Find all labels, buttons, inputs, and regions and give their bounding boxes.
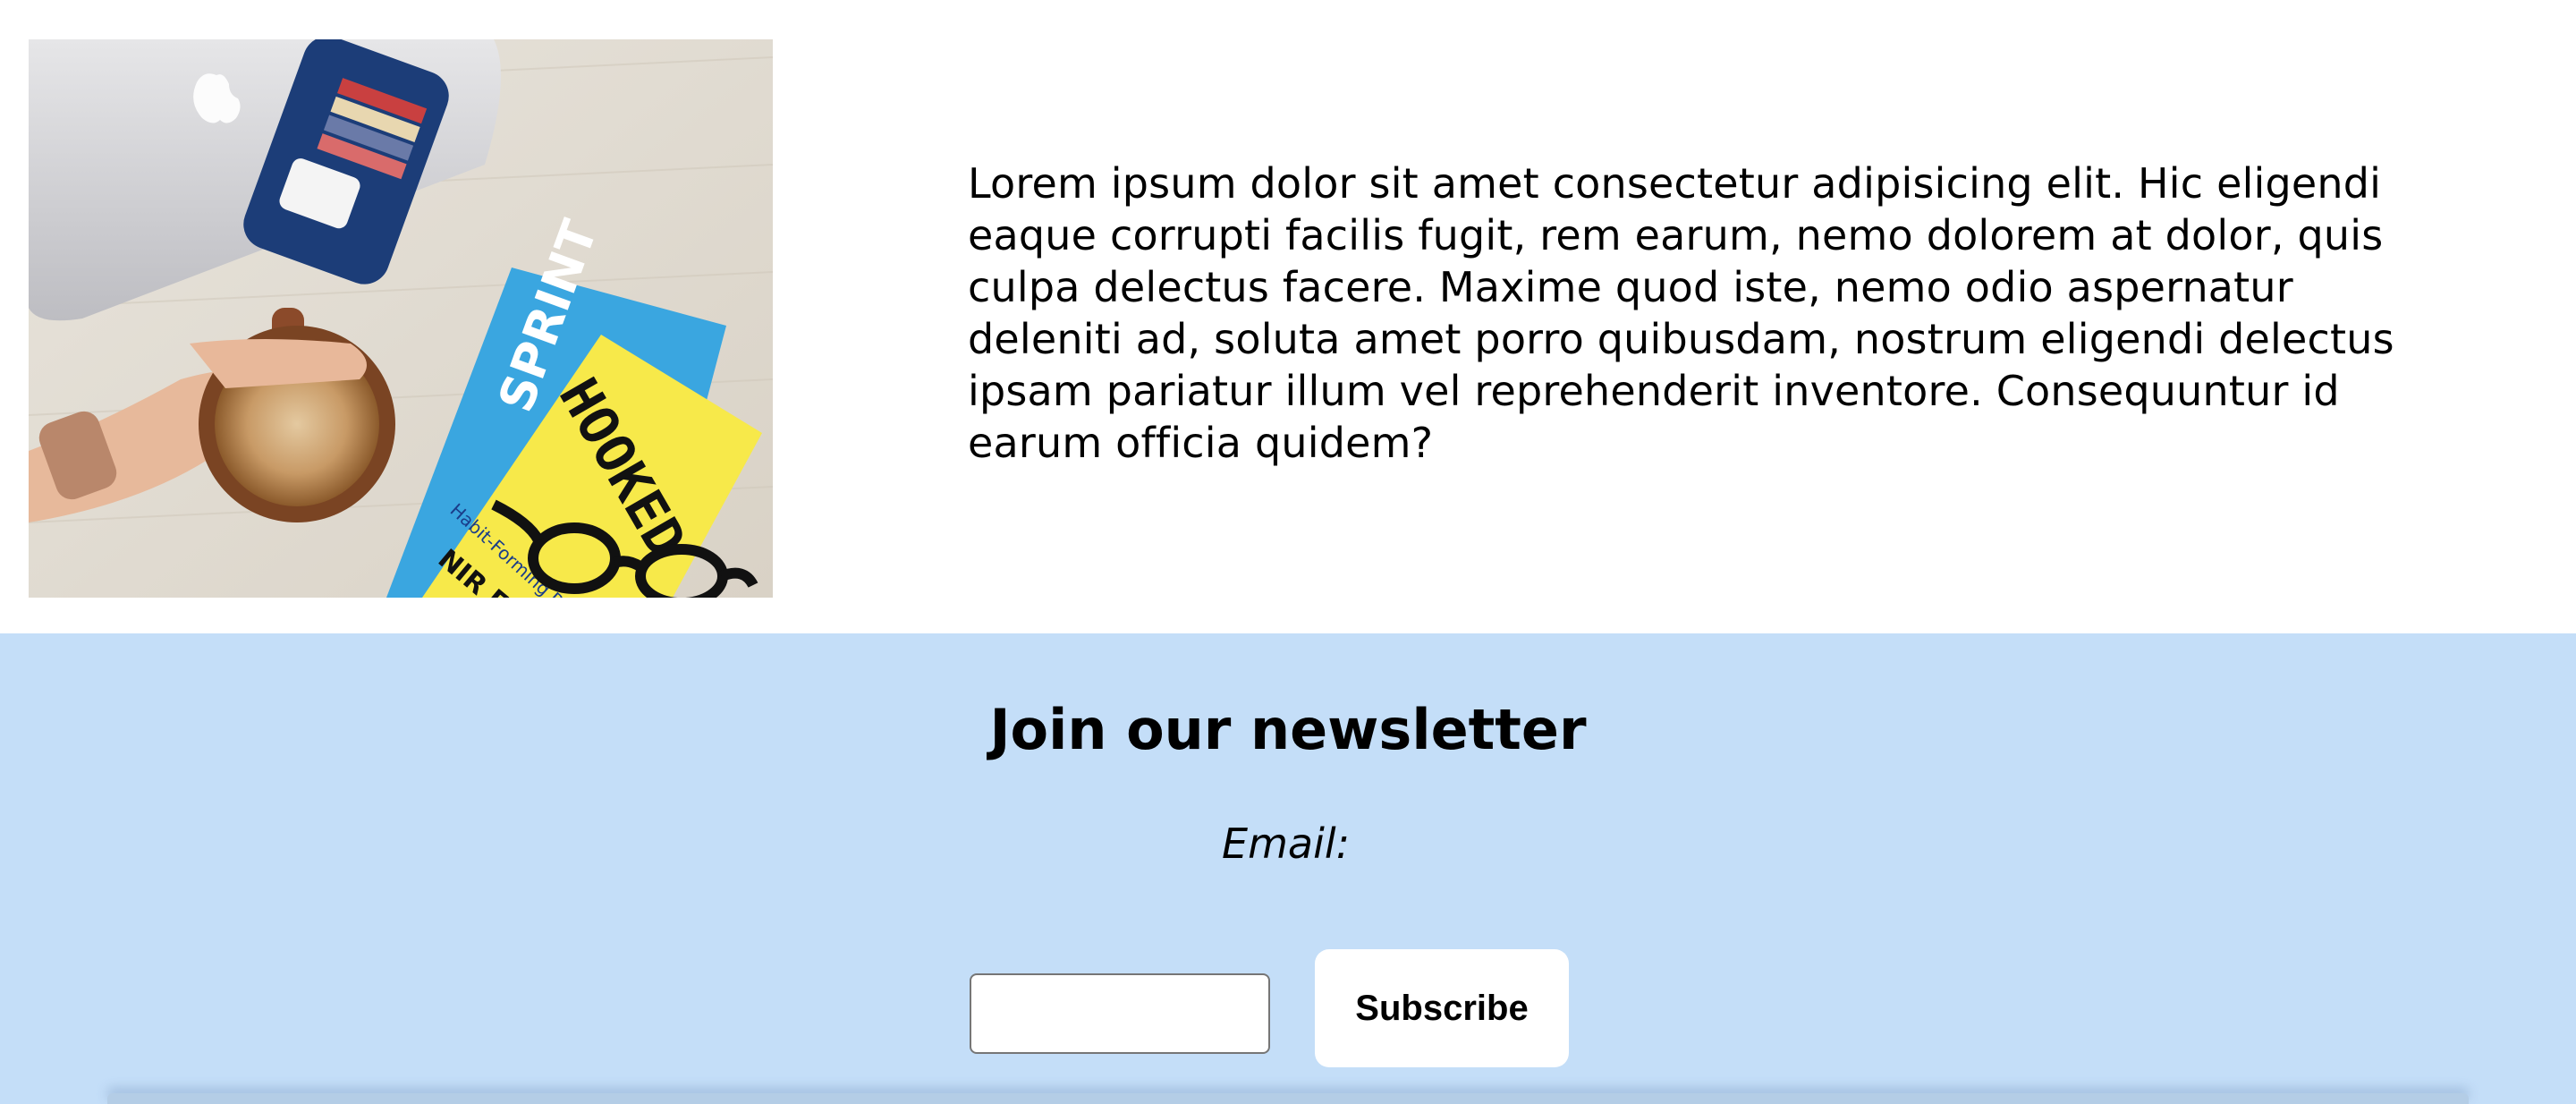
hero-section: SPRINT HOOKED Habit-Forming Pro NIR E Lo… [0,0,2576,633]
email-label: Email: [1222,820,1351,868]
subscribe-button[interactable]: Subscribe [1315,949,1569,1067]
email-input[interactable] [970,973,1270,1054]
newsletter-title: Join our newsletter [989,697,1587,762]
newsletter-section: Join our newsletter Email: [0,633,2576,1104]
intro-paragraph: Lorem ipsum dolor sit amet consectetur a… [968,159,2394,467]
section-divider [107,1093,2469,1104]
desk-photo: SPRINT HOOKED Habit-Forming Pro NIR E [29,39,773,598]
